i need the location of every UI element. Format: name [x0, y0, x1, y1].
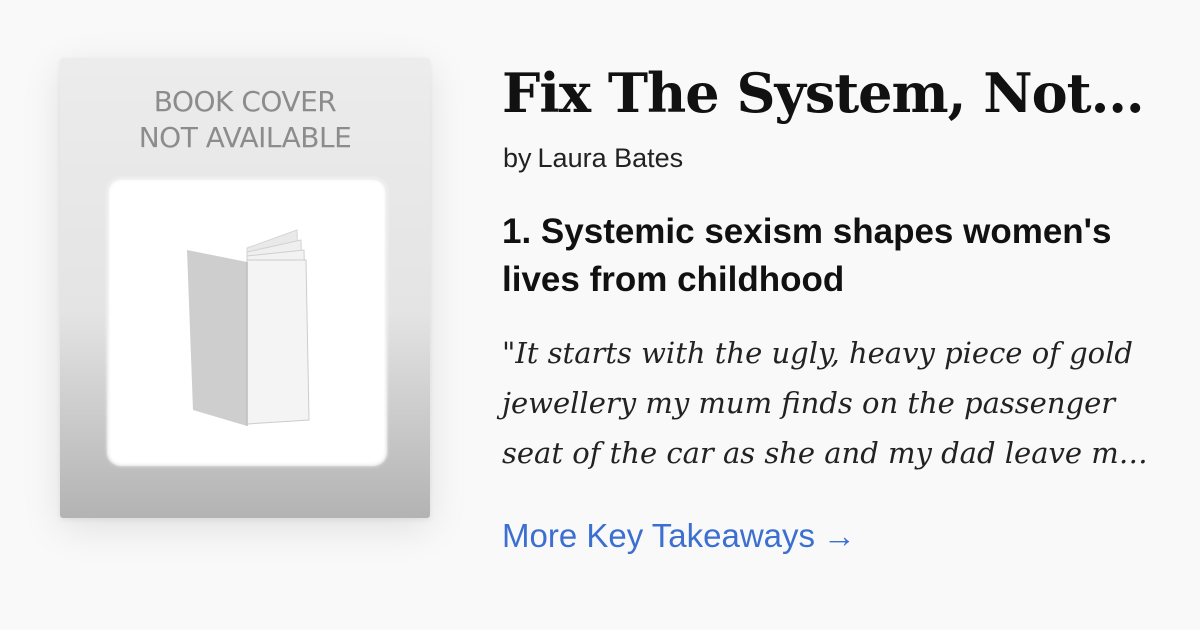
book-title: Fix The System, Not… — [502, 61, 1145, 125]
cover-placeholder-text: BOOK COVER NOT AVAILABLE — [60, 84, 430, 156]
more-key-takeaways-link[interactable]: More Key Takeaways → — [502, 514, 856, 558]
author-line: by Laura Bates — [503, 140, 683, 176]
takeaway-quote: "It starts with the ugly, heavy piece of… — [502, 336, 1148, 470]
cover-placeholder-line2: NOT AVAILABLE — [138, 121, 352, 154]
book-cover-placeholder: BOOK COVER NOT AVAILABLE — [60, 58, 430, 518]
book-summary-card: BOOK COVER NOT AVAILABLE Fix The System,… — [0, 0, 1200, 630]
arrow-right-icon: → — [823, 517, 857, 554]
author-prefix: by — [503, 143, 532, 173]
takeaway-heading: 1. Systemic sexism shapes women's lives … — [502, 212, 1112, 299]
more-link-label: More Key Takeaways — [502, 517, 816, 554]
author-name: Laura Bates — [537, 143, 684, 173]
open-book-icon — [187, 229, 310, 426]
cover-image-panel — [107, 178, 387, 466]
cover-placeholder-line1: BOOK COVER — [153, 85, 337, 118]
